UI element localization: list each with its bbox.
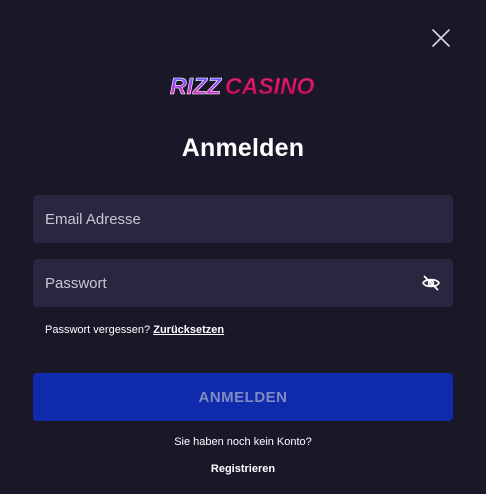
close-button[interactable] bbox=[430, 27, 452, 49]
reset-password-link[interactable]: Zurücksetzen bbox=[153, 324, 224, 336]
forgot-password-text: Passwort vergessen? bbox=[45, 324, 151, 336]
register-link[interactable]: Registrieren bbox=[211, 463, 275, 475]
close-icon bbox=[432, 29, 450, 47]
no-account-text: Sie haben noch kein Konto? bbox=[174, 436, 312, 448]
logo: RIZZ CASINO bbox=[0, 70, 486, 105]
page-title: Anmelden bbox=[181, 134, 305, 162]
rizz-casino-logo: RIZZ CASINO bbox=[170, 73, 315, 100]
email-field[interactable] bbox=[33, 195, 453, 243]
svg-text:CASINO: CASINO bbox=[225, 73, 315, 99]
toggle-password-visibility[interactable] bbox=[421, 273, 441, 293]
svg-text:RIZZ: RIZZ bbox=[170, 73, 222, 99]
forgot-password-row: Passwort vergessen? Zurücksetzen bbox=[45, 324, 224, 336]
eye-slash-icon bbox=[422, 275, 440, 291]
email-input[interactable] bbox=[33, 195, 453, 243]
login-modal: RIZZ CASINO Anmelden Passwort vergessen?… bbox=[0, 0, 486, 494]
password-input[interactable] bbox=[33, 259, 453, 307]
login-button[interactable]: ANMELDEN bbox=[33, 373, 453, 421]
password-field[interactable] bbox=[33, 259, 453, 307]
register-row: Registrieren bbox=[0, 463, 486, 475]
